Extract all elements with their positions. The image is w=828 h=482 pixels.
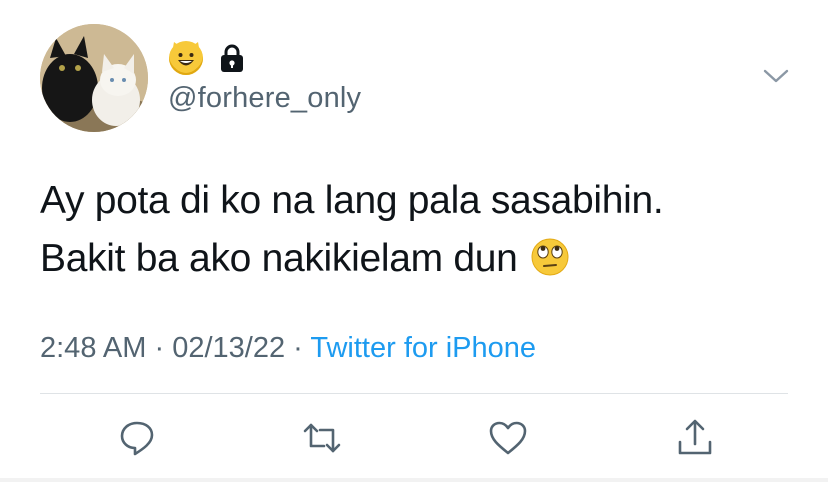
grinning-cat-emoji-icon bbox=[169, 41, 203, 75]
user-handle[interactable]: @forhere_only bbox=[168, 82, 361, 115]
lock-icon bbox=[219, 43, 245, 73]
divider bbox=[40, 393, 788, 394]
share-button[interactable] bbox=[675, 418, 715, 458]
tweet-line: Ay pota di ko na lang pala sasabihin. bbox=[40, 179, 664, 222]
tweet-source-link[interactable]: Twitter for iPhone bbox=[310, 332, 536, 364]
chevron-down-icon[interactable] bbox=[762, 66, 790, 86]
reply-icon bbox=[120, 421, 154, 456]
tweet-meta: 2:48 AM · 02/13/22 · Twitter for iPhone bbox=[40, 332, 536, 365]
retweet-icon bbox=[303, 423, 341, 453]
tweet-text: Ay pota di ko na lang pala sasabihin. Ba… bbox=[40, 172, 664, 288]
face-with-rolling-eyes-emoji-icon bbox=[530, 236, 570, 276]
like-button[interactable] bbox=[488, 418, 528, 458]
tweet-actions bbox=[0, 418, 828, 458]
meta-separator: · bbox=[154, 332, 165, 364]
bottom-divider bbox=[0, 478, 828, 482]
avatar[interactable] bbox=[40, 24, 148, 132]
reply-button[interactable] bbox=[117, 418, 157, 458]
meta-separator: · bbox=[293, 332, 303, 364]
like-icon bbox=[489, 421, 527, 455]
retweet-button[interactable] bbox=[302, 418, 342, 458]
avatar-cats-image bbox=[40, 24, 148, 132]
tweet-date: 02/13/22 bbox=[172, 332, 286, 364]
tweet-line: Bakit ba ako nakikielam dun bbox=[40, 237, 518, 280]
display-name[interactable] bbox=[169, 40, 245, 76]
share-icon bbox=[678, 419, 712, 455]
tweet-time: 2:48 AM bbox=[40, 332, 147, 364]
